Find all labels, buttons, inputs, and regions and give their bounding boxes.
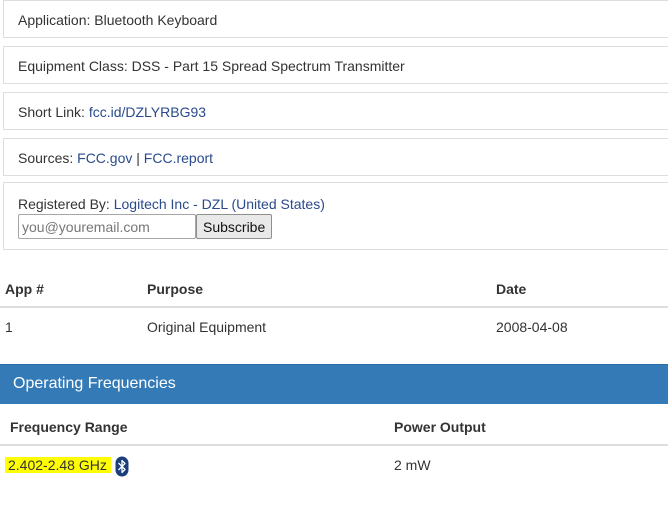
table-header-divider <box>0 306 668 308</box>
registered-by-card: Registered By: Logitech Inc - DZL (Unite… <box>3 182 668 250</box>
equipment-class-value: DSS - Part 15 Spread Spectrum Transmitte… <box>131 58 405 74</box>
operating-frequencies-title: Operating Frequencies <box>13 375 176 392</box>
sources-label: Sources: <box>18 150 74 166</box>
subscribe-form: Subscribe <box>18 214 273 239</box>
sources-separator: | <box>136 150 140 166</box>
application-value: Bluetooth Keyboard <box>94 12 218 28</box>
sources-card: Sources: FCC.gov | FCC.report <box>3 138 668 176</box>
frequency-range-value: 2.402-2.48 GHz <box>5 457 111 473</box>
company-link[interactable]: Logitech Inc - DZL <box>114 196 228 212</box>
frequency-header-divider <box>0 444 668 446</box>
power-output-cell: 2 mW <box>394 457 431 473</box>
email-field[interactable] <box>18 214 196 239</box>
purpose-cell: Original Equipment <box>147 319 267 335</box>
country-link[interactable]: United States <box>236 196 320 212</box>
short-link[interactable]: fcc.id/DZLYRBG93 <box>89 104 206 120</box>
date-cell: 2008-04-08 <box>496 319 568 335</box>
frequency-range-cell: 2.402-2.48 GHz <box>5 457 111 473</box>
bluetooth-icon <box>115 456 129 477</box>
app-number-cell: 1 <box>5 319 13 335</box>
application-label: Application: <box>18 12 91 28</box>
fcc-report-link[interactable]: FCC.report <box>144 150 213 166</box>
power-output-header: Power Output <box>394 419 486 435</box>
frequency-range-header: Frequency Range <box>10 419 128 435</box>
operating-frequencies-header: Operating Frequencies <box>0 364 668 404</box>
short-link-label: Short Link: <box>18 104 85 120</box>
registered-by-label: Registered By: <box>18 196 110 212</box>
equipment-class-label: Equipment Class: <box>18 58 128 74</box>
purpose-header: Purpose <box>147 281 204 297</box>
application-card: Application: Bluetooth Keyboard <box>3 0 668 38</box>
short-link-card: Short Link: fcc.id/DZLYRBG93 <box>3 92 668 130</box>
subscribe-button[interactable]: Subscribe <box>196 214 273 239</box>
equipment-class-card: Equipment Class: DSS - Part 15 Spread Sp… <box>3 46 668 84</box>
app-number-header: App # <box>5 281 44 297</box>
country-paren-close[interactable]: ) <box>320 196 325 212</box>
fcc-gov-link[interactable]: FCC.gov <box>77 150 132 166</box>
date-header: Date <box>496 281 527 297</box>
